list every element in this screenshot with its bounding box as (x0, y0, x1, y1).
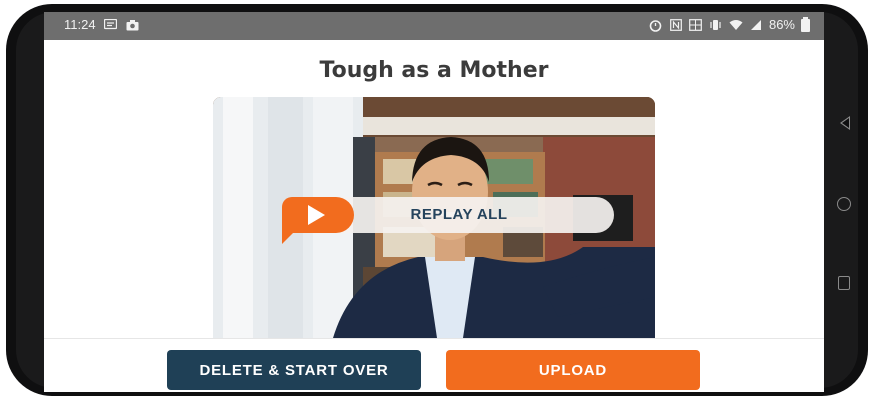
vibrate-icon (709, 18, 723, 32)
wifi-icon (729, 18, 743, 32)
app-screen: 11:24 86% Tough as a Mother REPLAY ALL D… (44, 12, 824, 392)
play-badge-tail (282, 230, 296, 244)
action-bar (44, 338, 824, 392)
page-title: Tough as a Mother (319, 58, 549, 83)
delete-start-over-button[interactable]: DELETE & START OVER (167, 350, 421, 390)
signal-icon (749, 18, 763, 32)
recents-icon[interactable] (838, 276, 850, 290)
alarm-icon (649, 18, 663, 32)
back-icon-inner (842, 118, 849, 128)
upload-button[interactable]: UPLOAD (446, 350, 700, 390)
nfc-icon (669, 18, 683, 32)
replay-all-label[interactable]: REPLAY ALL (364, 206, 554, 223)
status-time: 11:24 (64, 17, 96, 32)
message-icon (104, 18, 118, 32)
play-icon[interactable] (308, 205, 325, 225)
battery-level: 86% (768, 17, 795, 32)
camera-icon (126, 18, 140, 32)
battery-icon (801, 16, 810, 32)
status-bar: 11:24 86% (44, 12, 824, 40)
data-icon (689, 18, 703, 32)
home-icon[interactable] (837, 197, 851, 211)
